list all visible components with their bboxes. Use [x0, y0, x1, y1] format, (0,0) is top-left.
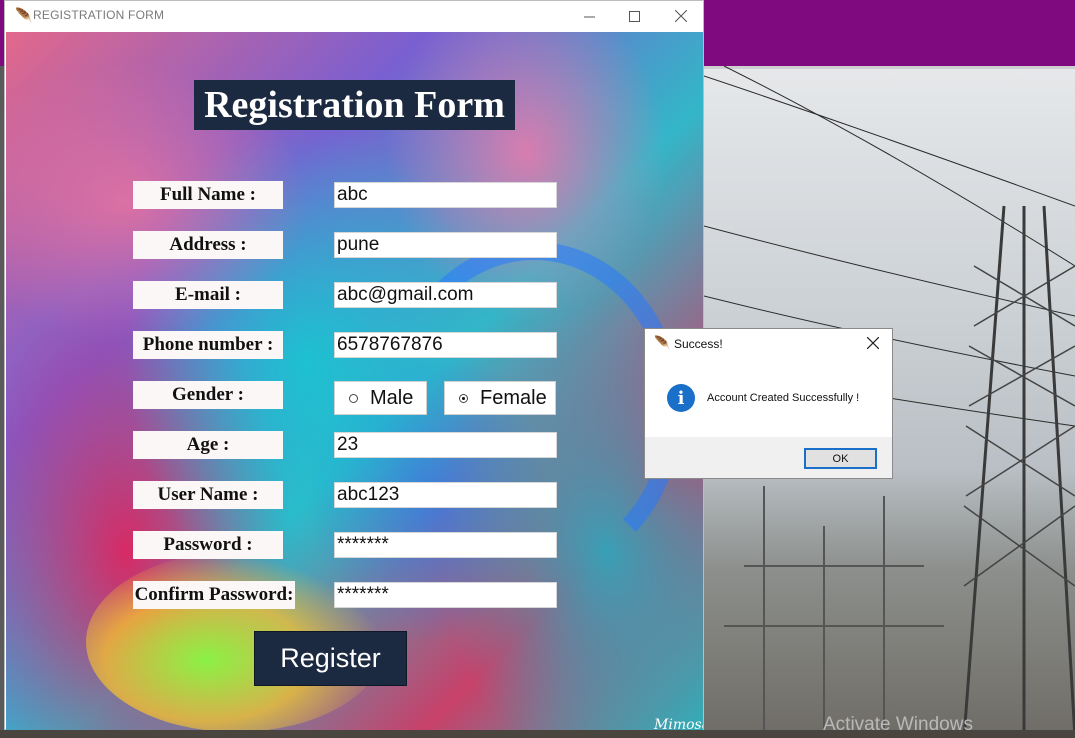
full-name-label: Full Name : [133, 181, 283, 209]
info-icon: i [667, 384, 695, 412]
gender-label: Gender : [133, 381, 283, 409]
close-icon [866, 336, 880, 350]
ok-button[interactable]: OK [804, 448, 877, 469]
feather-icon: 🪶 [654, 336, 671, 351]
age-input[interactable]: 23 [334, 432, 557, 458]
register-button[interactable]: Register [254, 631, 407, 686]
registration-window: 🪶 REGISTRATION FORM Mimosa Registration … [4, 0, 704, 730]
gender-male-label: Male [370, 386, 414, 409]
feather-icon: 🪶 [15, 8, 33, 24]
dialog-footer: OK [645, 437, 892, 478]
email-label: E-mail : [133, 281, 283, 309]
radio-circle-icon [349, 393, 358, 403]
dialog-message: Account Created Successfully ! [707, 392, 860, 404]
username-input[interactable]: abc123 [334, 482, 557, 508]
maximize-icon [629, 10, 640, 22]
dialog-title: Success! [674, 337, 723, 351]
password-input[interactable]: ******* [334, 532, 557, 558]
full-name-input[interactable]: abc [334, 182, 557, 208]
background-signature: Mimosa [654, 717, 703, 730]
close-button[interactable] [658, 1, 703, 31]
age-label: Age : [133, 431, 283, 459]
form-canvas: Mimosa Registration Form Full Name : abc… [6, 32, 703, 730]
phone-input[interactable]: 6578767876 [334, 332, 557, 358]
minimize-icon [584, 16, 595, 17]
email-input[interactable]: abc@gmail.com [334, 282, 557, 308]
page-title: Registration Form [194, 80, 515, 130]
radio-selected-icon [459, 393, 468, 403]
confirm-password-input[interactable]: ******* [334, 582, 557, 608]
dialog-close-button[interactable] [866, 332, 880, 353]
taskbar-edge [0, 730, 1075, 738]
gender-female-radio[interactable]: Female [444, 381, 556, 415]
success-dialog: 🪶 Success! i Account Created Successfull… [644, 328, 893, 479]
address-input[interactable]: pune [334, 232, 557, 258]
address-label: Address : [133, 231, 283, 259]
gender-female-label: Female [480, 386, 547, 409]
window-titlebar[interactable]: 🪶 REGISTRATION FORM [5, 1, 703, 31]
confirm-password-label: Confirm Password: [133, 581, 295, 609]
close-icon [674, 10, 687, 22]
phone-label: Phone number : [133, 331, 283, 359]
window-title: REGISTRATION FORM [33, 8, 165, 22]
minimize-button[interactable] [567, 1, 612, 31]
username-label: User Name : [133, 481, 283, 509]
maximize-button[interactable] [612, 1, 657, 31]
gender-male-radio[interactable]: Male [334, 381, 427, 415]
password-label: Password : [133, 531, 283, 559]
